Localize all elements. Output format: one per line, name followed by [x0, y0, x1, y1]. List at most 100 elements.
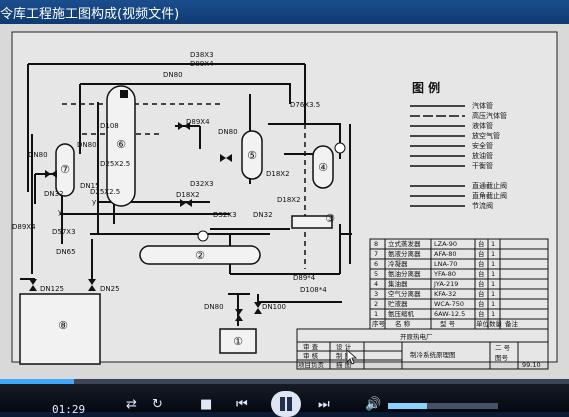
label-dn100: DN100: [262, 303, 286, 311]
legend-item-8: 直角截止阀: [472, 191, 507, 200]
legend-item-2: 液体管: [472, 121, 493, 130]
label-d32x3-a: D32X3: [190, 180, 214, 188]
svg-text:KFA-32: KFA-32: [434, 290, 456, 298]
label-d18x2-c: D18X2: [266, 170, 290, 178]
label-v25b: D25X2.5: [90, 188, 120, 196]
svg-text:氨油分离器: 氨油分离器: [388, 269, 421, 278]
role-check: 审 核: [303, 351, 319, 360]
player-controlbar: 01:29 ⇄ ↻ ■ ⏮ ⏭ 🔊: [0, 379, 569, 417]
svg-text:台: 台: [478, 239, 485, 248]
volume-fill: [388, 403, 427, 409]
pause-bar-right: [287, 397, 292, 411]
svg-text:3: 3: [374, 290, 378, 298]
svg-text:1: 1: [491, 250, 495, 258]
svg-text:台: 台: [478, 289, 485, 298]
pause-button[interactable]: [271, 391, 301, 417]
svg-text:名 称: 名 称: [395, 319, 411, 328]
drawing-number-label: 图号: [495, 354, 509, 362]
svg-text:台: 台: [478, 249, 485, 258]
label-d89x4-left: D89X4: [12, 223, 36, 231]
svg-text:台: 台: [478, 259, 485, 268]
equipment-num-1: ①: [233, 335, 243, 348]
legend-item-3: 放空气管: [472, 131, 500, 140]
label-dn80-a: DN80: [163, 71, 183, 79]
svg-text:2: 2: [374, 300, 378, 308]
refrigeration-drawing: ⑥ ⑤ ⑦ ④ ② ③ ⑧ ① D38X3 D89X4 D76X3.5 DN80…: [11, 31, 558, 370]
role-lead: 项目负责: [298, 360, 325, 369]
svg-text:冷凝器: 冷凝器: [388, 259, 408, 268]
equipment-num-8: ⑧: [58, 319, 68, 332]
label-dn125: DN125: [40, 285, 64, 293]
shuffle-icon[interactable]: ⇄: [126, 398, 137, 412]
label-d89x4-mid: D89X4: [186, 118, 210, 126]
svg-text:WCA-750: WCA-750: [434, 300, 464, 308]
label-dn25: DN25: [100, 285, 120, 293]
equipment-num-4: ④: [318, 161, 328, 174]
label-v25: D25X2.5: [100, 160, 130, 168]
stop-button[interactable]: ■: [200, 398, 212, 412]
svg-text:台: 台: [478, 269, 485, 278]
svg-text:1: 1: [491, 300, 495, 308]
label-y2: y: [58, 208, 62, 216]
label-d32x3-b: D32X3: [213, 211, 237, 219]
label-dn32-b: DN32: [44, 190, 64, 198]
previous-button[interactable]: ⏮: [236, 398, 248, 412]
equipment-num-3: ③: [325, 212, 335, 225]
pause-bar-left: [280, 397, 285, 411]
volume-slider[interactable]: [388, 403, 498, 409]
drawing-date: 99.10: [522, 361, 541, 369]
svg-text:1: 1: [491, 270, 495, 278]
svg-text:6AW-12.5: 6AW-12.5: [434, 310, 465, 318]
drawing-size: 二 号: [495, 344, 511, 352]
svg-text:YFA-80: YFA-80: [433, 270, 456, 278]
progress-fill: [0, 379, 74, 384]
company-name: 开原热电厂: [400, 332, 433, 341]
svg-text:台: 台: [478, 309, 485, 318]
role-design: 设 计: [336, 342, 352, 351]
time-display: 01:29: [52, 403, 86, 416]
svg-text:贮液器: 贮液器: [388, 299, 408, 308]
svg-text:单位: 单位: [476, 319, 490, 328]
label-dn80-c: DN80: [77, 141, 97, 149]
svg-text:氨压缩机: 氨压缩机: [388, 309, 415, 318]
label-dn65: DN65: [56, 248, 76, 256]
legend-title: 图 例: [412, 80, 440, 95]
next-button[interactable]: ⏭: [318, 398, 330, 412]
progress-bar[interactable]: [0, 379, 569, 384]
svg-text:1: 1: [491, 260, 495, 268]
label-d89x4-bot: D89*4: [293, 274, 316, 282]
svg-text:1: 1: [491, 290, 495, 298]
label-dn80-d: DN80: [28, 151, 48, 159]
video-area[interactable]: ⑥ ⑤ ⑦ ④ ② ③ ⑧ ① D38X3 D89X4 D76X3.5 DN80…: [0, 24, 569, 379]
volume-icon[interactable]: 🔊: [365, 397, 381, 412]
label-d89x4-top: D89X4: [190, 60, 214, 68]
role-review: 审 查: [303, 342, 319, 351]
pressure-gauge-2: [334, 142, 346, 154]
legend-item-1: 高压汽体管: [472, 111, 507, 120]
svg-text:JYA-219: JYA-219: [433, 280, 458, 288]
legend-item-4: 安全管: [472, 141, 493, 150]
role-trace: 描 图: [336, 360, 351, 369]
svg-text:LNA-70: LNA-70: [434, 260, 457, 268]
valve-block: [120, 90, 128, 98]
label-dn32-a: DN32: [253, 211, 273, 219]
svg-text:序号: 序号: [372, 319, 386, 328]
svg-text:立式蒸发器: 立式蒸发器: [388, 239, 421, 248]
svg-text:LZA-90: LZA-90: [434, 240, 457, 248]
svg-text:8: 8: [374, 240, 378, 248]
svg-text:5: 5: [374, 270, 378, 278]
svg-text:台: 台: [478, 299, 485, 308]
repeat-icon[interactable]: ↻: [152, 398, 163, 412]
label-d57: D57X3: [52, 228, 76, 236]
svg-text:1: 1: [491, 240, 495, 248]
equipment-num-2: ②: [195, 249, 205, 262]
legend-item-7: 直通截止阀: [472, 181, 507, 190]
legend-item-0: 汽体管: [472, 101, 493, 110]
svg-text:氨液分离器: 氨液分离器: [388, 249, 421, 258]
label-dn80-b: DN80: [218, 128, 238, 136]
svg-text:型 号: 型 号: [440, 319, 456, 328]
legend-item-5: 放油管: [472, 151, 493, 160]
svg-text:6: 6: [374, 260, 378, 268]
label-d76: D76X3.5: [290, 101, 320, 109]
svg-text:空气分离器: 空气分离器: [388, 289, 421, 298]
